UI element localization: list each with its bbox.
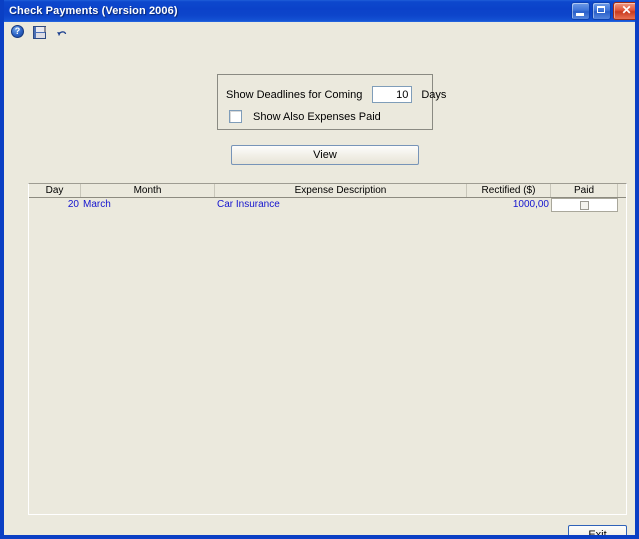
exit-button[interactable]: Exit bbox=[568, 525, 627, 535]
window-title: Check Payments (Version 2006) bbox=[9, 5, 178, 17]
application-window: Check Payments (Version 2006) ✕ ? Show D… bbox=[0, 0, 639, 539]
view-button[interactable]: View bbox=[231, 145, 419, 165]
cell-paid[interactable] bbox=[551, 198, 618, 212]
deadline-label: Show Deadlines for Coming bbox=[226, 88, 363, 101]
maximize-icon bbox=[597, 6, 605, 13]
show-paid-row[interactable]: Show Also Expenses Paid bbox=[229, 110, 381, 123]
expenses-grid: Day Month Expense Description Rectified … bbox=[28, 183, 627, 515]
cell-expense-description: Car Insurance bbox=[217, 199, 280, 210]
table-row[interactable]: 20 March Car Insurance 1000,00 bbox=[29, 198, 626, 212]
cell-rectified: 1000,00 bbox=[512, 199, 549, 210]
minimize-button[interactable] bbox=[571, 2, 590, 20]
show-paid-checkbox[interactable] bbox=[229, 110, 242, 123]
days-input[interactable] bbox=[372, 86, 413, 103]
grid-header-row: Day Month Expense Description Rectified … bbox=[29, 184, 626, 198]
title-bar: Check Payments (Version 2006) ✕ bbox=[4, 0, 635, 22]
column-header-rectified[interactable]: Rectified ($) bbox=[467, 184, 551, 197]
cell-day: 20 bbox=[67, 199, 79, 210]
close-button[interactable]: ✕ bbox=[613, 2, 635, 20]
deadline-row: Show Deadlines for Coming Days bbox=[226, 86, 446, 103]
close-icon: ✕ bbox=[621, 3, 632, 17]
column-header-day[interactable]: Day bbox=[29, 184, 81, 197]
minimize-icon bbox=[576, 13, 584, 16]
days-suffix-label: Days bbox=[421, 88, 447, 101]
help-button[interactable]: ? bbox=[8, 23, 28, 41]
save-button[interactable] bbox=[30, 23, 50, 41]
column-header-expense-description[interactable]: Expense Description bbox=[215, 184, 467, 197]
maximize-button[interactable] bbox=[592, 2, 611, 20]
window-controls: ✕ bbox=[571, 2, 635, 20]
options-panel: Show Deadlines for Coming Days Show Also… bbox=[217, 74, 446, 130]
show-paid-label: Show Also Expenses Paid bbox=[253, 110, 381, 123]
cell-filler bbox=[618, 198, 626, 212]
column-header-filler bbox=[618, 184, 626, 197]
column-header-paid[interactable]: Paid bbox=[551, 184, 618, 197]
column-header-month[interactable]: Month bbox=[81, 184, 215, 197]
client-area: ? Show Deadlines for Coming Days bbox=[4, 22, 635, 535]
cell-month: March bbox=[83, 199, 111, 210]
undo-icon bbox=[56, 28, 68, 37]
paid-checkbox[interactable] bbox=[580, 200, 589, 210]
undo-button[interactable] bbox=[52, 23, 72, 41]
save-icon bbox=[33, 26, 46, 39]
help-icon: ? bbox=[11, 25, 24, 38]
toolbar: ? bbox=[4, 22, 635, 42]
